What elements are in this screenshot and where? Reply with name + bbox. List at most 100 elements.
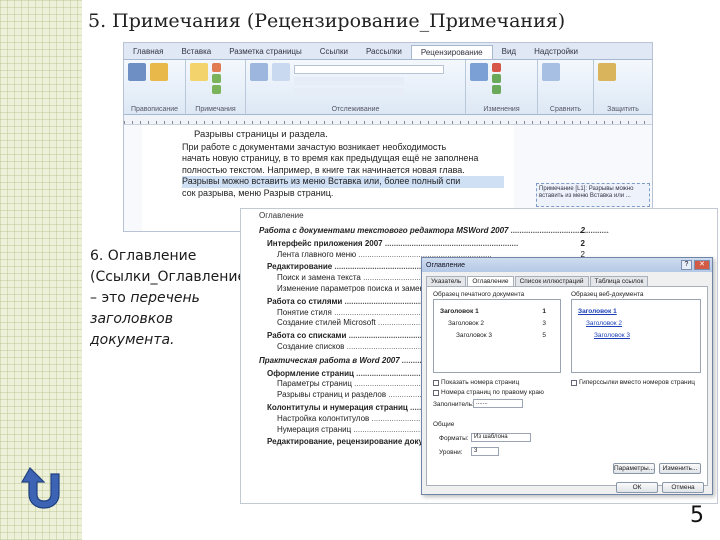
levels-spinner[interactable]: 3: [471, 447, 499, 456]
ribbon-tab[interactable]: Ссылки: [311, 45, 357, 59]
delete-comment-icon[interactable]: [212, 63, 221, 72]
toc-entry-text: Создание стилей Microsoft: [277, 318, 376, 328]
print-preview-label: Образец печатного документа: [433, 291, 525, 298]
toc-screenshot: Оглавление Работа с документами текстово…: [240, 208, 718, 504]
toc-leader: ........................................…: [382, 238, 519, 248]
page-number: 5: [690, 503, 704, 528]
ribbon-group-changes: Изменения: [466, 60, 538, 114]
dialog-tabs: Указатель Оглавление Список иллюстраций …: [422, 272, 712, 286]
toc-title: Оглавление: [259, 211, 304, 220]
ok-button[interactable]: ОК: [616, 482, 658, 493]
leader-label: Заполнитель:: [433, 401, 474, 408]
general-label: Общие: [433, 421, 455, 428]
doc-line: начать новую страницу, в то время как пр…: [182, 153, 479, 163]
toc-entry-text: Интерфейс приложения 2007: [267, 238, 383, 248]
toc-entry-text: Редактирование: [267, 262, 333, 272]
toc-entry-text: Лента главного меню: [277, 249, 357, 259]
reject-icon[interactable]: [492, 63, 501, 72]
accept-icon[interactable]: [470, 63, 488, 81]
cancel-button[interactable]: Отмена: [662, 482, 704, 493]
compare-icon[interactable]: [542, 63, 560, 81]
preview-entry: Заголовок 1 1: [440, 308, 546, 315]
toc-entry[interactable]: Интерфейс приложения 2007 ..............…: [259, 239, 609, 250]
close-icon[interactable]: ✕: [694, 260, 710, 270]
new-comment-icon[interactable]: [190, 63, 208, 81]
toc-entry-page: 2: [580, 238, 585, 248]
toc-leader: ........................................…: [510, 226, 609, 235]
show-markup-button[interactable]: [294, 77, 404, 85]
next-comment-icon[interactable]: [212, 85, 221, 94]
slide-title: 5. Примечания (Рецензирование_Примечания…: [88, 10, 566, 32]
toc-description: 6. Оглавление (Ссылки_Оглавление) – это …: [90, 246, 252, 351]
ruler: [124, 115, 652, 125]
next-change-icon[interactable]: [492, 85, 501, 94]
toc-entry-text: Работа со списками: [267, 331, 347, 341]
formats-select[interactable]: Из шаблона: [471, 433, 531, 442]
toc-dialog: Оглавление ? ✕ Указатель Оглавление Спис…: [421, 257, 713, 495]
ribbon-group-protect: Защитить: [594, 60, 652, 114]
hyperlinks-checkbox[interactable]: Гиперссылки вместо номеров страниц: [571, 379, 695, 386]
spelling-icon[interactable]: [128, 63, 146, 81]
ribbon-tab[interactable]: Главная: [124, 45, 172, 59]
dialog-titlebar: Оглавление ? ✕: [422, 258, 712, 272]
prev-comment-icon[interactable]: [212, 74, 221, 83]
web-preview-link: Заголовок 2: [586, 320, 622, 327]
toc-entry-text: Поиск и замена текста: [277, 273, 361, 283]
doc-line: полностью текстом. Например, в книге так…: [182, 164, 465, 175]
dialog-tab[interactable]: Список иллюстраций: [514, 276, 589, 286]
ribbon-group-comments: Примечания: [186, 60, 246, 114]
ribbon-tab[interactable]: Вставка: [172, 45, 220, 59]
ribbon-tab[interactable]: Вид: [493, 45, 525, 59]
toc-entry-text: Изменение параметров поиска и замены: [277, 283, 430, 293]
dialog-tab[interactable]: Таблица ссылок: [589, 276, 649, 286]
doc-line: При работе с документами зачастую возник…: [182, 141, 447, 152]
dialog-tab[interactable]: Указатель: [426, 276, 467, 286]
toc-entry-text: Колонтитулы и нумерация страниц: [267, 402, 408, 412]
track-changes-icon[interactable]: [250, 63, 268, 81]
ribbon-tab-active[interactable]: Рецензирование: [410, 45, 493, 59]
doc-heading: Разрывы страницы и раздела.: [194, 129, 328, 140]
toc-entry-text: Параметры страниц: [277, 379, 352, 389]
display-for-review-select[interactable]: [294, 65, 444, 74]
back-arrow-icon[interactable]: [20, 460, 68, 510]
toc-entry-text: Понятие стиля: [277, 307, 332, 317]
toc-entry-text: Оформление страниц: [267, 368, 354, 378]
toc-entry-text: Настройка колонтитулов: [277, 413, 370, 423]
modify-button[interactable]: Изменить...: [659, 463, 701, 474]
ribbon-tab[interactable]: Надстройки: [525, 45, 587, 59]
toc-entry[interactable]: Работа с документами текстового редактор…: [259, 226, 609, 237]
ribbon-group-proofing: Правописание: [124, 60, 186, 114]
toc-entry-text: Работа с документами текстового редактор…: [259, 226, 509, 235]
right-align-checkbox[interactable]: Номера страниц по правому краю: [433, 389, 544, 396]
research-icon[interactable]: [150, 63, 168, 81]
toc-entry-page: 2: [580, 226, 585, 235]
ribbon-group-tracking: Отслеживание: [246, 60, 466, 114]
prev-change-icon[interactable]: [492, 74, 501, 83]
options-button[interactable]: Параметры...: [613, 463, 655, 474]
doc-line: сок разрыва, меню Разрыв страниц.: [182, 187, 334, 198]
toc-entry-text: Создание списков: [277, 341, 345, 351]
ribbon-body: Правописание Примечания Отслеживание Изм…: [124, 60, 652, 115]
dialog-panel: Образец печатного документа Образец веб-…: [426, 286, 708, 486]
dialog-tab-active[interactable]: Оглавление: [467, 276, 514, 286]
leader-select[interactable]: .......: [473, 399, 523, 408]
preview-entry: Заголовок 3 5: [456, 332, 546, 339]
help-button[interactable]: ?: [681, 260, 692, 270]
toc-entry-text: Работа со стилями: [267, 296, 343, 306]
reviewing-pane-button[interactable]: [294, 88, 404, 96]
decorative-left-strip: [0, 0, 82, 540]
comment-balloon[interactable]: Примечание [L1]: Разрывы можно вставить …: [536, 183, 650, 207]
toc-entry-text: Практическая работа в Word 2007: [259, 355, 400, 365]
balloons-icon[interactable]: [272, 63, 290, 81]
print-preview: Заголовок 1 1 Заголовок 2 3 Заголовок 3 …: [433, 299, 561, 373]
web-preview-link: Заголовок 3: [594, 332, 630, 339]
page-numbers-checkbox[interactable]: Показать номера страниц: [433, 379, 519, 386]
web-preview-label: Образец веб-документа: [571, 291, 644, 298]
ribbon-tab[interactable]: Рассылки: [357, 45, 411, 59]
toc-entry-text: Редактирование, рецензирование документа: [267, 437, 447, 447]
protect-icon[interactable]: [598, 63, 616, 81]
web-preview: Заголовок 1 Заголовок 2 Заголовок 3: [571, 299, 701, 373]
dialog-title: Оглавление: [426, 261, 466, 269]
levels-label: Уровни:: [439, 449, 463, 456]
ribbon-tab[interactable]: Разметка страницы: [220, 45, 311, 59]
